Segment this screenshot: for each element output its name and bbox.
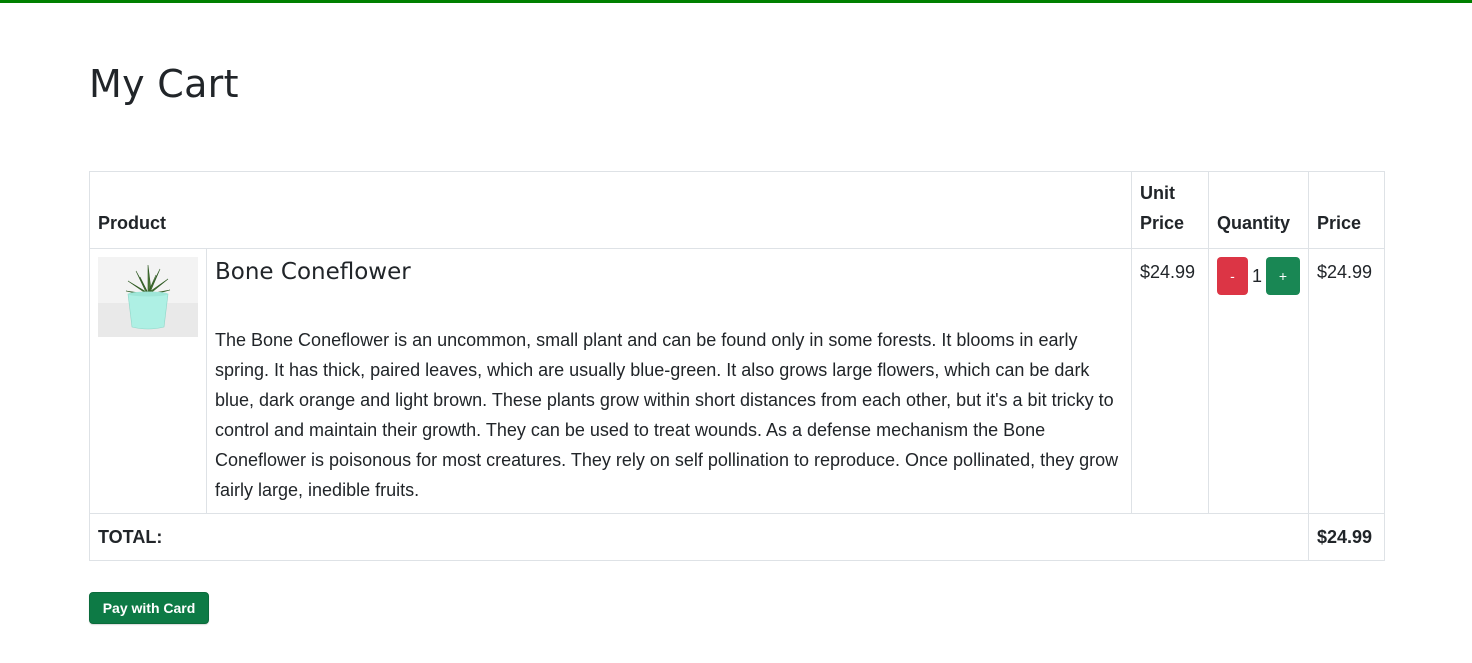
unit-price: $24.99 [1131, 248, 1209, 514]
pay-with-card-button[interactable]: Pay with Card [89, 592, 209, 624]
cart-table: Product Unit Price Quantity Price Bone C… [89, 171, 1385, 561]
product-image-cell [89, 248, 207, 514]
total-row: TOTAL: $24.99 [89, 513, 1385, 561]
column-header-quantity: Quantity [1208, 171, 1309, 249]
table-row: Bone Coneflower The Bone Coneflower is a… [89, 248, 1385, 514]
quantity-cell: - 1 + [1208, 248, 1309, 514]
column-header-product: Product [89, 171, 1132, 249]
top-accent-bar [0, 0, 1472, 3]
decrease-quantity-button[interactable]: - [1217, 257, 1248, 295]
product-name: Bone Coneflower [215, 259, 411, 285]
quantity-value: 1 [1251, 266, 1262, 286]
line-price: $24.99 [1308, 248, 1385, 514]
total-value: $24.99 [1308, 513, 1385, 561]
column-header-unit-price: Unit Price [1131, 171, 1209, 249]
product-description: The Bone Coneflower is an uncommon, smal… [215, 330, 1119, 500]
table-header-row: Product Unit Price Quantity Price [89, 171, 1385, 249]
total-label: TOTAL: [89, 513, 1309, 561]
potted-succulent-image [98, 257, 198, 337]
product-details-cell: Bone Coneflower The Bone Coneflower is a… [206, 248, 1132, 514]
page-title: My Cart [89, 62, 239, 106]
increase-quantity-button[interactable]: + [1266, 257, 1300, 295]
quantity-stepper: - 1 + [1217, 257, 1300, 295]
column-header-price: Price [1308, 171, 1385, 249]
